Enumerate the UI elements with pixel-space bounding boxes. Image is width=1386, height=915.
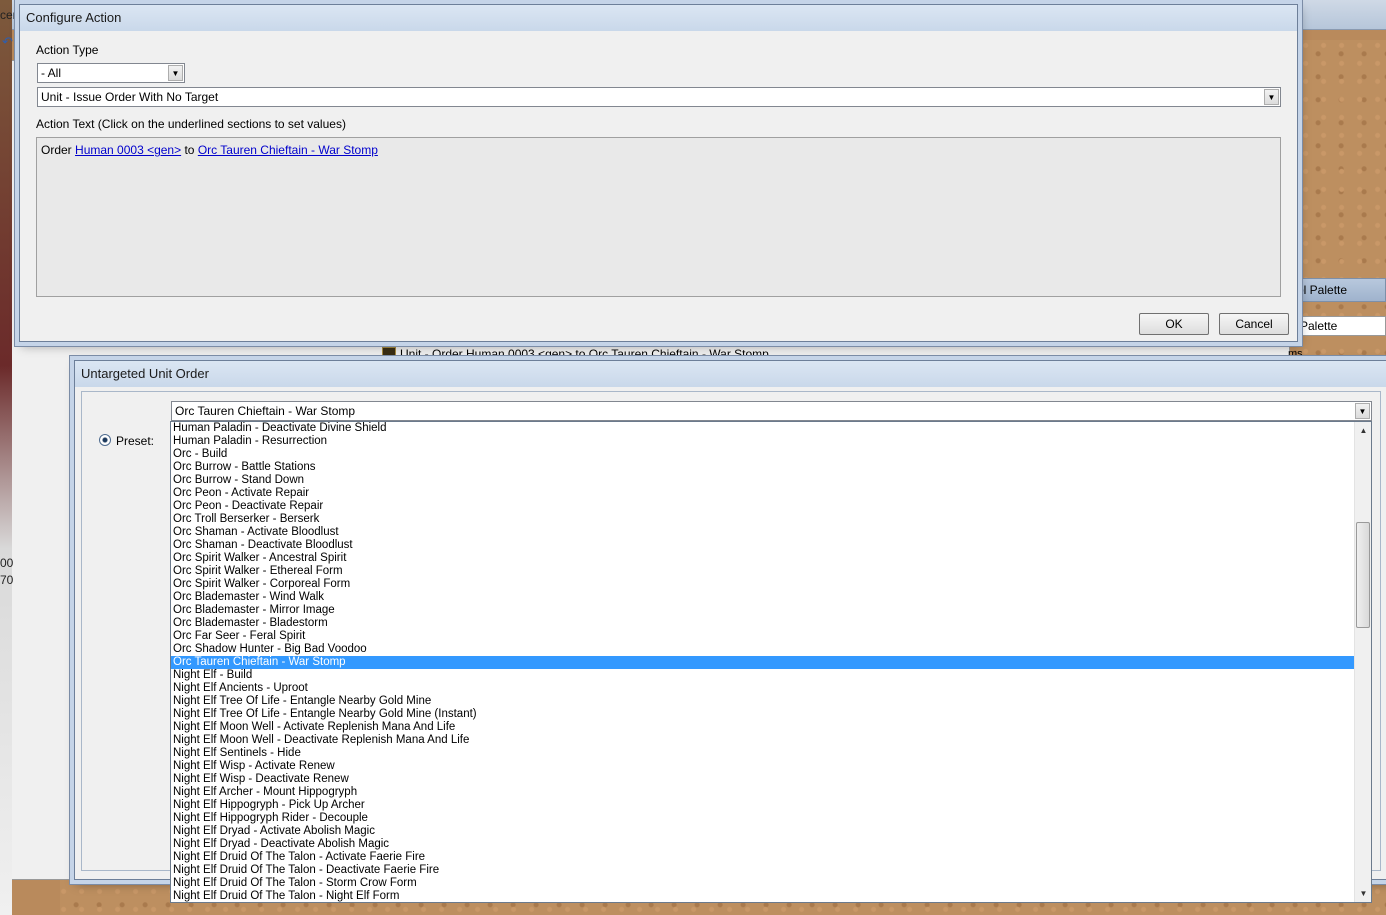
dropdown-option[interactable]: Night Elf Tree Of Life - Entangle Nearby… xyxy=(171,695,1371,708)
bg-left-text: 70 xyxy=(0,573,14,587)
dropdown-option[interactable]: Orc Shaman - Deactivate Bloodlust xyxy=(171,539,1371,552)
action-select[interactable]: Unit - Issue Order With No Target ▼ xyxy=(37,87,1281,107)
bg-left-text: 00 xyxy=(0,556,14,570)
dropdown-option[interactable]: Night Elf Tree Of Life - Entangle Nearby… xyxy=(171,708,1371,721)
action-type-label: Action Type xyxy=(36,43,99,57)
dropdown-option[interactable]: Night Elf Dryad - Activate Abolish Magic xyxy=(171,825,1371,838)
trigger-tree-row-label: Unit - Order Human 0003 <gen> to Orc Tau… xyxy=(400,347,769,361)
dropdown-option[interactable]: Human Paladin - Resurrection xyxy=(171,435,1371,448)
preset-dropdown-list[interactable]: Human Paladin - Deactivate Divine Shield… xyxy=(170,421,1372,903)
dropdown-option[interactable]: Night Elf Moon Well - Activate Replenish… xyxy=(171,721,1371,734)
dropdown-option[interactable]: Night Elf Wisp - Deactivate Renew xyxy=(171,773,1371,786)
action-category-select[interactable]: - All ▼ xyxy=(37,63,185,83)
dropdown-option[interactable]: Night Elf Ancients - Uproot xyxy=(171,682,1371,695)
dropdown-option[interactable]: Night Elf Wisp - Activate Renew xyxy=(171,760,1371,773)
dropdown-option[interactable]: Orc Tauren Chieftain - War Stomp xyxy=(171,656,1371,669)
unit-order-title: Untargeted Unit Order xyxy=(75,361,1386,387)
left-panel-strip xyxy=(0,0,12,915)
palette-ms-text: ms xyxy=(1288,348,1303,360)
chevron-down-icon[interactable]: ▼ xyxy=(1355,403,1370,419)
scroll-thumb[interactable] xyxy=(1356,522,1370,628)
palette-field[interactable]: Palette xyxy=(1296,316,1386,336)
dropdown-option[interactable]: Night Elf Druid Of The Talon - Deactivat… xyxy=(171,864,1371,877)
dropdown-option[interactable]: Night Elf Druid Of The Talon - Activate … xyxy=(171,851,1371,864)
unit-action-icon xyxy=(382,347,396,361)
dropdown-option[interactable]: Orc Far Seer - Feral Spirit xyxy=(171,630,1371,643)
dropdown-option[interactable]: Orc Shadow Hunter - Big Bad Voodoo xyxy=(171,643,1371,656)
order-parameter-link[interactable]: Orc Tauren Chieftain - War Stomp xyxy=(198,143,378,157)
dropdown-option[interactable]: Night Elf Moon Well - Deactivate Repleni… xyxy=(171,734,1371,747)
dropdown-scrollbar[interactable]: ▲ ▼ xyxy=(1354,422,1371,902)
dropdown-option[interactable]: Orc Peon - Activate Repair xyxy=(171,487,1371,500)
dropdown-option[interactable]: Orc Troll Berserker - Berserk xyxy=(171,513,1371,526)
dropdown-option[interactable]: Orc Blademaster - Bladestorm xyxy=(171,617,1371,630)
chevron-down-icon[interactable]: ▼ xyxy=(1264,89,1279,105)
dropdown-option[interactable]: Orc Burrow - Battle Stations xyxy=(171,461,1371,474)
dropdown-option[interactable]: Orc Shaman - Activate Bloodlust xyxy=(171,526,1371,539)
action-value: Unit - Issue Order With No Target xyxy=(41,90,219,104)
action-text-prefix: Order xyxy=(41,143,72,157)
scroll-up-icon[interactable]: ▲ xyxy=(1355,422,1371,439)
chevron-down-icon[interactable]: ▼ xyxy=(168,65,183,81)
ok-button[interactable]: OK xyxy=(1139,313,1209,335)
dropdown-option[interactable]: Orc Spirit Walker - Corporeal Form xyxy=(171,578,1371,591)
palette-title: ol Palette xyxy=(1290,278,1386,302)
dropdown-option[interactable]: Orc Blademaster - Wind Walk xyxy=(171,591,1371,604)
configure-action-dialog: Configure Action Action Type - All ▼ Uni… xyxy=(19,4,1298,342)
preset-label: Preset: xyxy=(116,434,155,448)
dropdown-option[interactable]: Orc Blademaster - Mirror Image xyxy=(171,604,1371,617)
dropdown-option[interactable]: Human Paladin - Deactivate Divine Shield xyxy=(171,422,1371,435)
action-text-label: Action Text (Click on the underlined sec… xyxy=(36,117,346,131)
dropdown-option[interactable]: Night Elf - Build xyxy=(171,669,1371,682)
dropdown-option[interactable]: Night Elf Druid Of The Talon - Storm Cro… xyxy=(171,877,1371,890)
unit-parameter-link[interactable]: Human 0003 <gen> xyxy=(75,143,181,157)
dropdown-option[interactable]: Orc Burrow - Stand Down xyxy=(171,474,1371,487)
action-text-middle: to xyxy=(184,143,195,157)
dropdown-option[interactable]: Night Elf Druid Of The Talon - Night Elf… xyxy=(171,890,1371,902)
dropdown-option[interactable]: Night Elf Dryad - Deactivate Abolish Mag… xyxy=(171,838,1371,851)
dropdown-option[interactable]: Night Elf Hippogryph - Pick Up Archer xyxy=(171,799,1371,812)
bg-left-text: cen xyxy=(0,8,20,22)
dropdown-option[interactable]: Night Elf Hippogryph Rider - Decouple xyxy=(171,812,1371,825)
preset-select[interactable]: Orc Tauren Chieftain - War Stomp ▼ xyxy=(171,401,1372,421)
dropdown-option[interactable]: Night Elf Archer - Mount Hippogryph xyxy=(171,786,1371,799)
dropdown-option[interactable]: Orc Spirit Walker - Ethereal Form xyxy=(171,565,1371,578)
configure-action-title: Configure Action xyxy=(20,5,1297,31)
undo-icon[interactable]: ↶ xyxy=(2,34,13,50)
cancel-button[interactable]: Cancel xyxy=(1219,313,1289,335)
action-text-box: Order Human 0003 <gen> to Orc Tauren Chi… xyxy=(36,137,1281,297)
dropdown-option[interactable]: Orc Spirit Walker - Ancestral Spirit xyxy=(171,552,1371,565)
scroll-down-icon[interactable]: ▼ xyxy=(1355,885,1371,902)
action-category-value: - All xyxy=(41,66,62,80)
dropdown-option[interactable]: Night Elf Sentinels - Hide xyxy=(171,747,1371,760)
preset-value: Orc Tauren Chieftain - War Stomp xyxy=(175,404,356,418)
preset-radio[interactable] xyxy=(99,434,111,446)
dropdown-items: Human Paladin - Deactivate Divine Shield… xyxy=(171,422,1371,902)
dropdown-option[interactable]: Orc Peon - Deactivate Repair xyxy=(171,500,1371,513)
dropdown-option[interactable]: Orc - Build xyxy=(171,448,1371,461)
